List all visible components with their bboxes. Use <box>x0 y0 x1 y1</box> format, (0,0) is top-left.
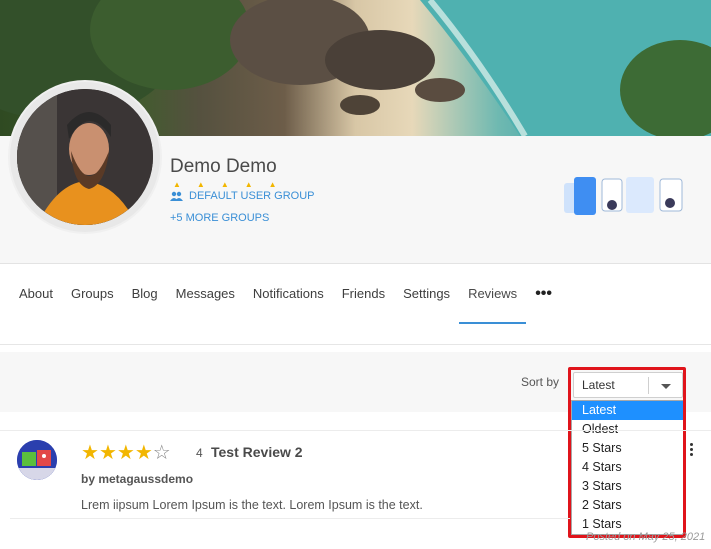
star-filled-icon: ★ <box>81 442 99 464</box>
review-body: Lrem iipsum Lorem Ipsum is the text. Lor… <box>81 498 423 512</box>
tab-messages[interactable]: Messages <box>176 264 235 324</box>
more-groups-link[interactable]: +5 MORE GROUPS <box>170 212 269 224</box>
sort-label: Sort by <box>521 375 560 389</box>
review-menu-icon[interactable] <box>689 443 695 459</box>
star-empty-icon: ☆ <box>152 442 171 464</box>
tab-notifications[interactable]: Notifications <box>253 264 324 324</box>
user-group-label: DEFAULT USER GROUP <box>189 190 315 202</box>
review-rating-number: 4 <box>196 446 203 460</box>
profile-tabs: About Groups Blog Messages Notifications… <box>0 264 711 324</box>
review-rating-stars: ★★★★☆ <box>81 440 171 465</box>
tab-reviews[interactable]: Reviews <box>459 264 527 324</box>
more-tabs-icon[interactable]: ••• <box>535 264 552 324</box>
decorative-illustration-icon <box>564 177 683 215</box>
avatar[interactable] <box>17 89 153 225</box>
tabs-divider <box>0 344 711 345</box>
review-author: by metagaussdemo <box>81 472 194 486</box>
tab-groups[interactable]: Groups <box>71 264 114 324</box>
reviewer-avatar[interactable] <box>17 440 57 480</box>
highlight-box <box>568 367 686 538</box>
tab-blog[interactable]: Blog <box>132 264 158 324</box>
tab-settings[interactable]: Settings <box>403 264 450 324</box>
review-bottom-divider <box>10 518 570 519</box>
users-icon <box>170 191 183 201</box>
profile-name: Demo Demo <box>170 156 277 177</box>
user-group-link[interactable]: DEFAULT USER GROUP <box>170 190 315 202</box>
review-posted-date: Posted on May 25, 2021 <box>586 531 706 543</box>
star-filled-icon: ★ <box>134 442 153 464</box>
star-filled-icon: ★ <box>98 442 117 464</box>
tab-about[interactable]: About <box>19 264 53 324</box>
tab-friends[interactable]: Friends <box>342 264 385 324</box>
profile-page: Demo Demo ▲▲▲▲▲ DEFAULT USER GROUP +5 MO… <box>0 0 711 549</box>
review-divider <box>0 430 711 431</box>
review-title: Test Review 2 <box>211 444 303 460</box>
rank-stars-icon: ▲▲▲▲▲ <box>173 180 293 189</box>
star-filled-icon: ★ <box>116 442 135 464</box>
